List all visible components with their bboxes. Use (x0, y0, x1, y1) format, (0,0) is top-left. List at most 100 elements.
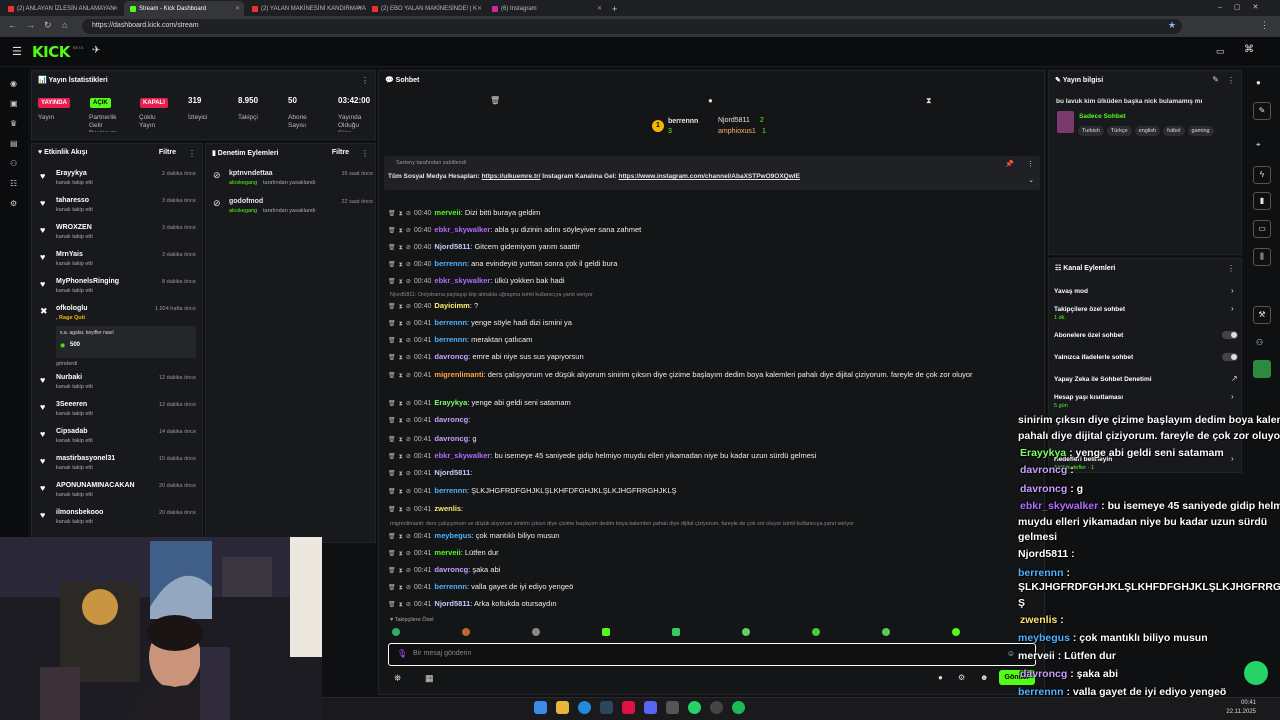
tag[interactable]: gaming (1187, 126, 1214, 136)
channel-action-label[interactable]: Yavaş mod (1054, 288, 1088, 295)
chat-username[interactable]: davroncg (434, 352, 468, 361)
category-label[interactable]: Sadece Sohbet (1079, 113, 1126, 120)
emote-icon[interactable] (602, 628, 610, 636)
steam-icon[interactable] (600, 701, 613, 714)
app-icon[interactable] (622, 701, 635, 714)
ban-icon[interactable]: ⊘ (406, 507, 411, 513)
hourglass-icon[interactable]: ⧗ (399, 355, 403, 361)
chat-username[interactable]: davroncg (434, 565, 468, 574)
tag[interactable]: futbol (1163, 126, 1185, 136)
trash-icon[interactable]: 🗑 (388, 534, 396, 540)
mic-icon[interactable]: 🎙 (397, 649, 407, 658)
hourglass-icon[interactable]: ⧗ (399, 245, 403, 251)
emote-icon[interactable] (392, 628, 400, 636)
trash-icon[interactable]: 🗑 (388, 489, 396, 495)
chat-username[interactable]: Njord5811 (434, 599, 470, 608)
new-tab-button[interactable]: + (606, 1, 620, 16)
ban-icon[interactable]: ⊘ (406, 279, 411, 285)
filter-button[interactable]: Filtre (332, 149, 349, 156)
file-explorer-icon[interactable] (556, 701, 569, 714)
hourglass-icon[interactable]: ⧗ (399, 321, 403, 327)
chat-bubble-icon[interactable]: ● (708, 96, 713, 105)
chevron-down-icon[interactable]: ⌄ (1028, 176, 1034, 184)
display-icon[interactable]: ▭ (1216, 46, 1225, 57)
more-options-icon[interactable]: ⋮ (1227, 76, 1235, 85)
chat-input-box[interactable]: 🎙 Bir mesaj gönderin ☺ (388, 643, 1036, 666)
users-icon[interactable]: ☻ (980, 673, 988, 682)
browser-tab-active[interactable]: Stream - Kick Dashboard ✕ (124, 1, 244, 16)
filter-button[interactable]: Filtre (159, 149, 176, 156)
trash-icon[interactable]: 🗑 (388, 245, 396, 251)
trophy-icon[interactable]: ♛ (10, 119, 17, 128)
ban-icon[interactable]: ⊘ (406, 585, 411, 591)
trash-icon[interactable]: 🗑 (388, 401, 396, 407)
spotify-icon[interactable] (732, 701, 745, 714)
wrench-icon[interactable]: ⚒ (1253, 306, 1271, 324)
chat-username[interactable]: ebkr_skywalker (434, 451, 490, 460)
edge-icon[interactable] (578, 701, 591, 714)
chat-username[interactable]: merveii (434, 548, 460, 557)
chevron-right-icon[interactable]: › (1231, 286, 1234, 295)
emote-picker-icon[interactable]: ☺ (1007, 649, 1015, 658)
floating-chat-icon[interactable] (1244, 661, 1268, 685)
chat-username[interactable]: Njord5811 (434, 242, 470, 251)
stream-icon[interactable]: ◉ (10, 79, 17, 88)
chat-username[interactable]: ebkr_skywalker (434, 276, 490, 285)
ban-icon[interactable]: ⊘ (406, 304, 411, 310)
hourglass-icon[interactable]: ⧗ (399, 401, 403, 407)
trash-icon[interactable]: 🗑 (388, 418, 396, 424)
ban-icon[interactable]: ⊘ (406, 338, 411, 344)
ban-icon[interactable]: ⊘ (406, 489, 411, 495)
calendar-icon[interactable]: ▦ (425, 673, 434, 684)
ban-icon[interactable]: ⊘ (406, 534, 411, 540)
hourglass-icon[interactable]: ⧗ (399, 602, 403, 608)
trash-icon[interactable]: 🗑 (388, 338, 396, 344)
tag[interactable]: Türkçe (1106, 126, 1132, 136)
chat-username[interactable]: Njord5811 (434, 468, 470, 477)
ban-icon[interactable]: ⊘ (406, 262, 411, 268)
chat-username[interactable]: berrennn (434, 486, 467, 495)
flash-icon[interactable]: ϟ (1253, 166, 1271, 184)
ban-icon[interactable]: ⊘ (406, 401, 411, 407)
browser-tab[interactable]: (6) Instagram ✕ (486, 1, 606, 16)
chat-username[interactable]: merveii (434, 208, 460, 217)
chevron-right-icon[interactable]: › (1231, 392, 1234, 401)
gear-icon[interactable]: ⚙ (958, 673, 965, 682)
more-options-icon[interactable]: ⋮ (188, 149, 196, 158)
trash-icon[interactable]: 🗑 (388, 551, 396, 557)
toggle-switch[interactable] (1222, 353, 1238, 361)
hourglass-icon[interactable]: ⧗ (399, 507, 403, 513)
pinned-link[interactable]: https://www.instagram.com/channel/AbaXST… (619, 173, 800, 180)
whatsapp-icon[interactable] (688, 701, 701, 714)
ban-icon[interactable]: ⊘ (406, 418, 411, 424)
trash-icon[interactable]: 🗑 (388, 373, 396, 379)
more-options-icon[interactable]: ⋮ (361, 149, 369, 158)
hourglass-icon[interactable]: ⧗ (399, 454, 403, 460)
chat-input-placeholder[interactable]: Bir mesaj gönderin (413, 650, 471, 657)
discord-icon[interactable] (644, 701, 657, 714)
close-icon[interactable]: ✕ (597, 5, 602, 12)
more-options-icon[interactable]: ⋮ (1227, 264, 1235, 273)
toggle-switch[interactable] (1222, 331, 1238, 339)
close-icon[interactable]: ✕ (113, 5, 118, 12)
ban-icon[interactable]: ⊘ (406, 551, 411, 557)
settings-icon[interactable]: ⚙ (10, 199, 17, 208)
ban-icon[interactable]: ⊘ (406, 228, 411, 234)
emote-icon[interactable] (462, 628, 470, 636)
emote-icon[interactable] (532, 628, 540, 636)
pin-icon[interactable]: 📌 (1005, 160, 1014, 168)
chat-username[interactable]: davroncg (434, 415, 468, 424)
community-icon[interactable]: ⚇ (10, 159, 17, 168)
channel-action-label[interactable]: Abonelere özel sohbet (1054, 332, 1123, 339)
ban-icon[interactable]: ⊘ (406, 454, 411, 460)
ban-icon[interactable]: ⊘ (406, 471, 411, 477)
pin-icon[interactable]: ✈ (92, 45, 100, 56)
hourglass-icon[interactable]: ⧗ (399, 585, 403, 591)
hourglass-icon[interactable]: ⧗ (399, 228, 403, 234)
chat-username[interactable]: davroncg (434, 434, 468, 443)
edit-icon[interactable]: ✎ (1212, 75, 1219, 84)
ban-icon[interactable]: ⊘ (406, 437, 411, 443)
trash-icon[interactable]: 🗑 (388, 602, 396, 608)
trash-icon[interactable]: 🗑 (388, 585, 396, 591)
browser-tab[interactable]: (2) EBO YALAN MAKİNESİNDE! | K ✕ (366, 1, 486, 16)
